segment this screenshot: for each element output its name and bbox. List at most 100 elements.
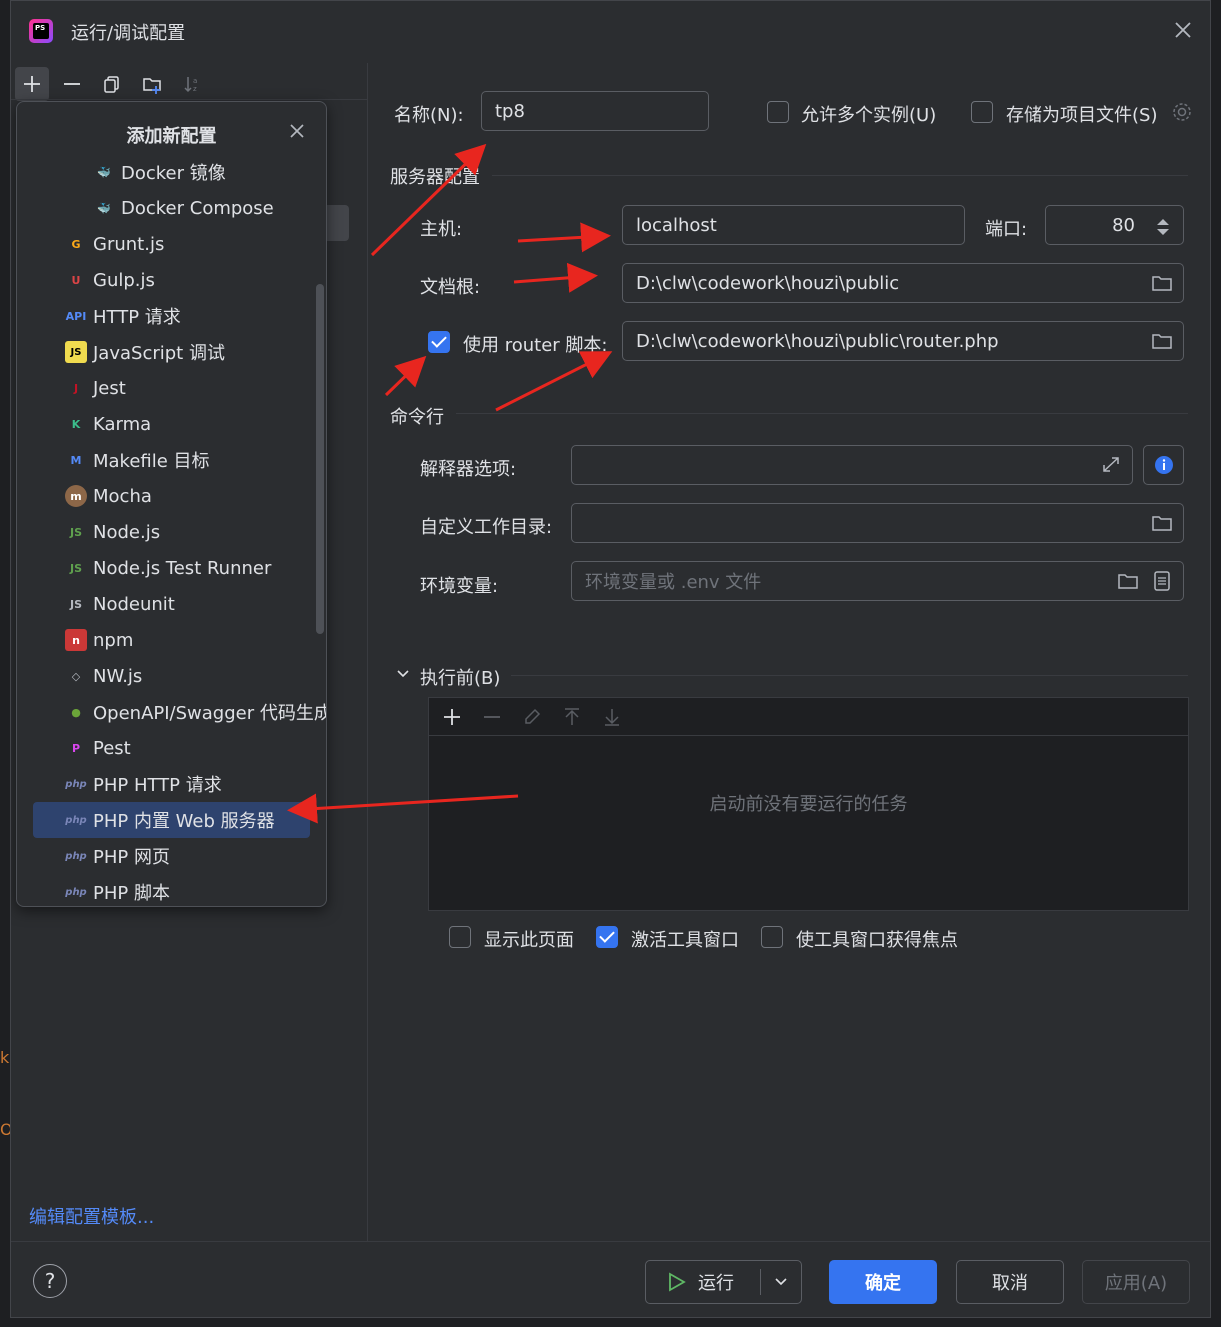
folder-icon[interactable] bbox=[1151, 273, 1173, 293]
js-icon: JS bbox=[65, 341, 87, 363]
folder-add-icon bbox=[143, 78, 161, 94]
jest-icon: J bbox=[73, 381, 79, 395]
ok-button[interactable]: 确定 bbox=[829, 1260, 937, 1304]
config-type-item[interactable]: php PHP 网页 bbox=[17, 838, 326, 874]
makefile-icon: M bbox=[70, 453, 82, 467]
config-type-item[interactable]: JS Nodeunit bbox=[17, 586, 326, 622]
help-button[interactable]: ? bbox=[33, 1264, 67, 1298]
router-label: 使用 router 脚本: bbox=[463, 335, 608, 356]
config-type-label: npm bbox=[93, 629, 134, 651]
chevron-down-icon[interactable] bbox=[396, 667, 410, 681]
port-input[interactable]: 80 bbox=[1045, 205, 1184, 245]
env-label: 环境变量: bbox=[420, 576, 499, 597]
sort-button[interactable]: az bbox=[175, 67, 209, 101]
copy-config-button[interactable] bbox=[95, 67, 129, 101]
expand-icon[interactable] bbox=[1100, 455, 1122, 475]
store-as-file-checkbox[interactable] bbox=[971, 101, 993, 123]
router-value: D:\clw\codework\houzi\public\router.php bbox=[636, 330, 999, 352]
before-launch-line bbox=[511, 675, 1188, 676]
gear-icon[interactable] bbox=[1171, 101, 1193, 123]
chevron-down-icon[interactable] bbox=[774, 1277, 788, 1287]
config-type-label: PHP 网页 bbox=[93, 847, 170, 868]
focus-tool-window-checkbox[interactable] bbox=[761, 926, 783, 948]
remove-config-button[interactable] bbox=[55, 67, 89, 101]
config-type-item[interactable]: n npm bbox=[17, 622, 326, 658]
docker-icon: 🐳 bbox=[97, 165, 111, 179]
before-launch-title[interactable]: 执行前(B) bbox=[420, 664, 500, 690]
use-router-checkbox[interactable] bbox=[428, 331, 450, 353]
move-up-button[interactable] bbox=[557, 702, 587, 732]
folder-icon[interactable] bbox=[1151, 331, 1173, 351]
popup-scrollbar[interactable] bbox=[316, 284, 324, 634]
nodeunit-icon: JS bbox=[69, 597, 82, 611]
config-type-label: Gulp.js bbox=[93, 269, 155, 291]
folder-icon[interactable] bbox=[1151, 513, 1173, 533]
config-type-label: Makefile 目标 bbox=[93, 451, 210, 472]
config-type-item[interactable]: 🐳 Docker Compose bbox=[17, 190, 326, 226]
docroot-value: D:\clw\codework\houzi\public bbox=[636, 272, 900, 294]
activate-tool-window-checkbox[interactable] bbox=[596, 926, 618, 948]
config-type-item[interactable]: 🐳 Docker 镜像 bbox=[17, 154, 326, 190]
config-type-item[interactable]: php PHP 脚本 bbox=[17, 874, 326, 906]
config-type-item[interactable]: php PHP 内置 Web 服务器 bbox=[33, 802, 310, 838]
allow-multiple-checkbox[interactable] bbox=[767, 101, 789, 123]
config-type-item[interactable]: JS Node.js bbox=[17, 514, 326, 550]
config-type-label: NW.js bbox=[93, 665, 143, 687]
run-button[interactable]: 运行 bbox=[645, 1260, 802, 1304]
router-input[interactable]: D:\clw\codework\houzi\public\router.php bbox=[622, 321, 1184, 361]
add-task-button[interactable] bbox=[437, 702, 467, 732]
npm-icon: n bbox=[65, 629, 87, 651]
config-type-item[interactable]: J Jest bbox=[17, 370, 326, 406]
pencil-icon bbox=[525, 708, 541, 724]
php-http-icon: php bbox=[65, 778, 87, 790]
move-down-button[interactable] bbox=[597, 702, 627, 732]
popup-title: 添加新配置 bbox=[126, 126, 217, 147]
add-config-button[interactable] bbox=[15, 67, 49, 101]
copy-icon bbox=[104, 76, 119, 93]
add-icon bbox=[24, 76, 40, 92]
folder-icon[interactable] bbox=[1117, 571, 1139, 591]
config-type-label: Node.js bbox=[93, 521, 161, 543]
config-type-item[interactable]: API HTTP 请求 bbox=[17, 298, 326, 334]
edit-config-templates-link[interactable]: 编辑配置模板... bbox=[29, 1203, 154, 1229]
new-folder-button[interactable] bbox=[135, 67, 169, 101]
info-button[interactable] bbox=[1143, 445, 1184, 485]
env-input[interactable]: 环境变量或 .env 文件 bbox=[571, 561, 1184, 601]
title-bar: PS 运行/调试配置 bbox=[11, 1, 1210, 63]
cancel-button[interactable]: 取消 bbox=[956, 1260, 1064, 1304]
name-label: 名称(N): bbox=[394, 105, 464, 126]
list-icon[interactable] bbox=[1151, 571, 1173, 591]
config-type-item[interactable]: ◇ NW.js bbox=[17, 658, 326, 694]
remove-icon bbox=[484, 715, 500, 718]
config-type-item[interactable]: JS JavaScript 调试 bbox=[17, 334, 326, 370]
host-input[interactable]: localhost bbox=[622, 205, 965, 245]
background-window-fragment: k bbox=[0, 1048, 10, 1067]
run-debug-config-dialog: PS 运行/调试配置 az 编辑配置模板... 添加新配置 🐳 Docker 镜… bbox=[10, 0, 1211, 1318]
workdir-input[interactable] bbox=[571, 503, 1184, 543]
config-type-item[interactable]: K Karma bbox=[17, 406, 326, 442]
close-icon[interactable] bbox=[1172, 19, 1194, 41]
config-type-item[interactable]: m Mocha bbox=[17, 478, 326, 514]
config-type-item[interactable]: JS Node.js Test Runner bbox=[17, 550, 326, 586]
name-input[interactable]: tp8 bbox=[481, 91, 709, 131]
config-type-item[interactable]: M Makefile 目标 bbox=[17, 442, 326, 478]
docroot-input[interactable]: D:\clw\codework\houzi\public bbox=[622, 263, 1184, 303]
config-type-item[interactable]: P Pest bbox=[17, 730, 326, 766]
port-label: 端口: bbox=[985, 219, 1028, 240]
show-page-checkbox[interactable] bbox=[449, 926, 471, 948]
config-type-item[interactable]: ● OpenAPI/Swagger 代码生成 bbox=[17, 694, 326, 730]
config-type-item[interactable]: G Grunt.js bbox=[17, 226, 326, 262]
port-value: 80 bbox=[1112, 214, 1135, 236]
config-toolbar: az bbox=[15, 67, 209, 101]
config-type-label: Mocha bbox=[93, 485, 152, 507]
sort-icon: az bbox=[184, 77, 197, 93]
edit-task-button[interactable] bbox=[517, 702, 547, 732]
apply-button[interactable]: 应用(A) bbox=[1082, 1260, 1190, 1304]
config-type-item[interactable]: U Gulp.js bbox=[17, 262, 326, 298]
workdir-label: 自定义工作目录: bbox=[420, 517, 553, 538]
interpreter-options-input[interactable] bbox=[571, 445, 1133, 485]
spinner-icon[interactable] bbox=[1155, 218, 1171, 236]
config-type-item[interactable]: php PHP HTTP 请求 bbox=[17, 766, 326, 802]
popup-close-icon[interactable] bbox=[288, 122, 306, 140]
remove-task-button[interactable] bbox=[477, 702, 507, 732]
